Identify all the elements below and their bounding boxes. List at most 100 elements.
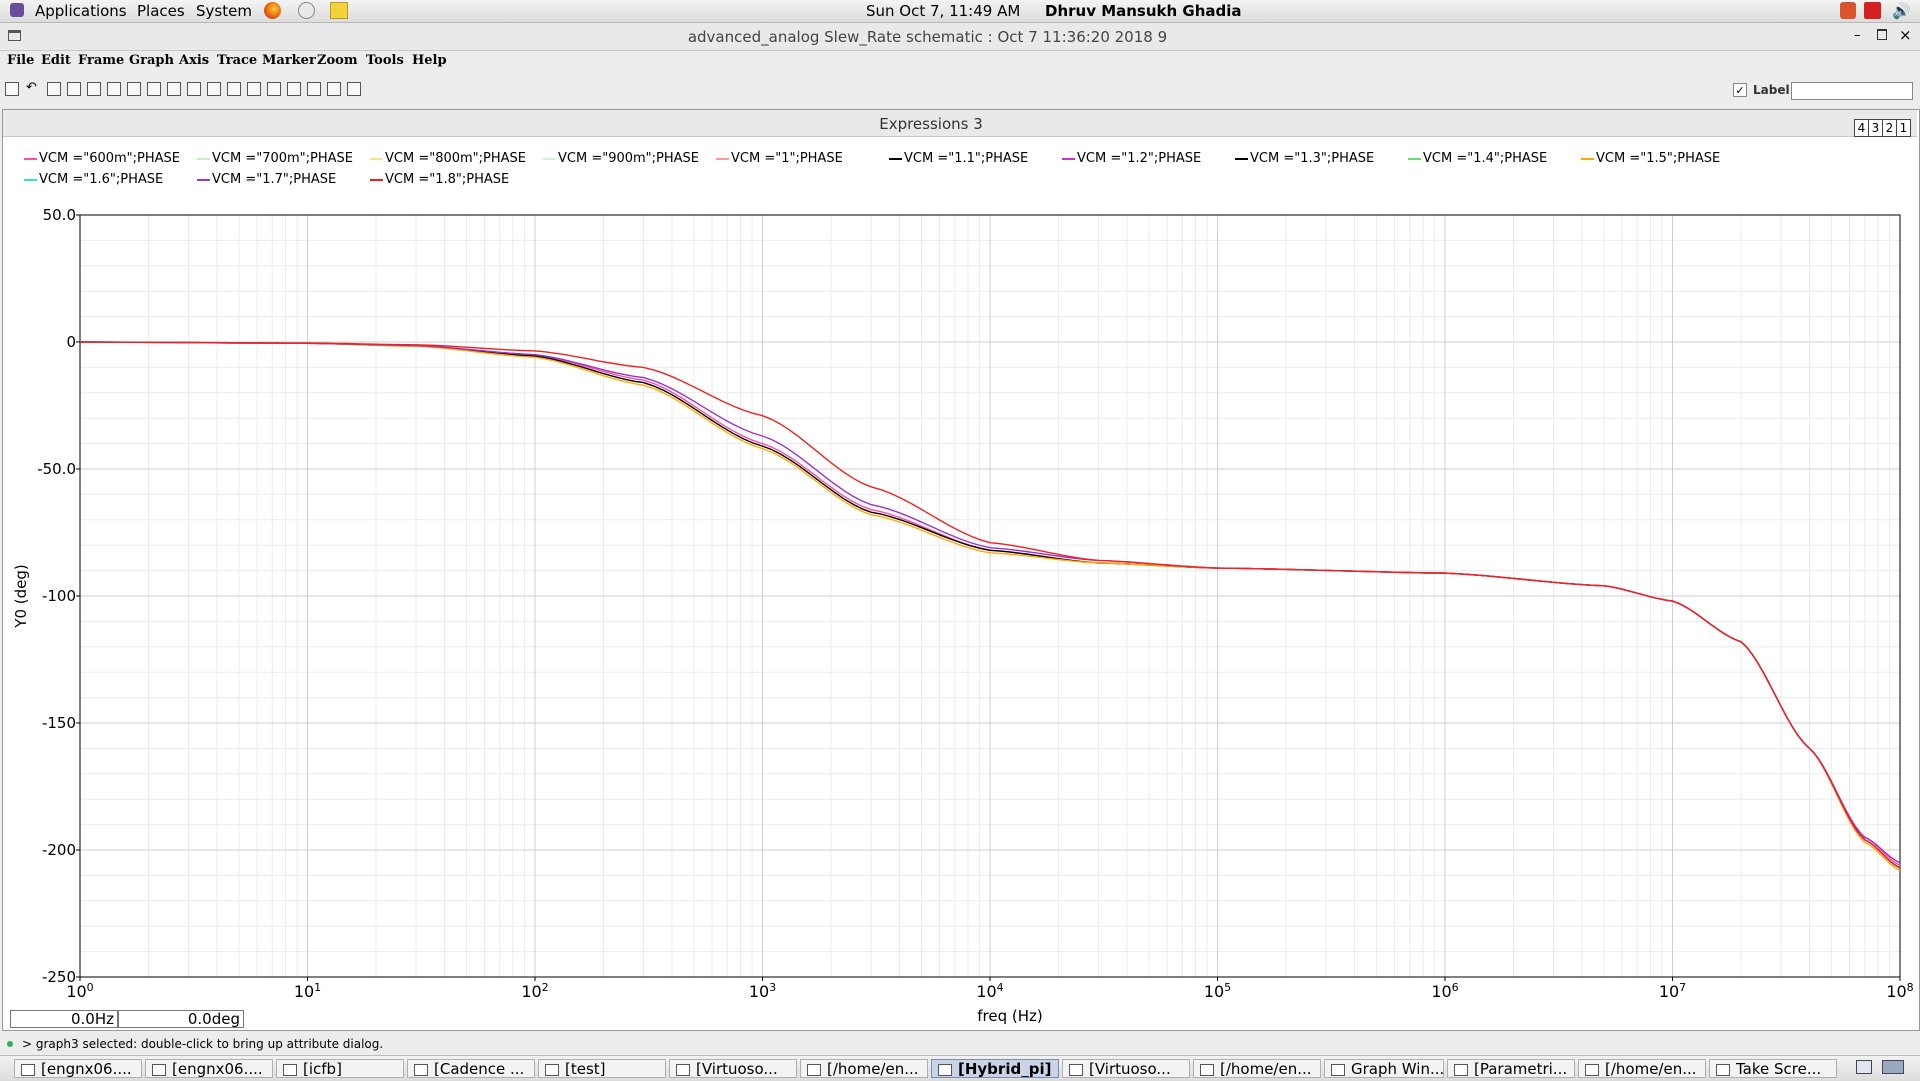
taskbar-item-label: [Virtuoso... — [1089, 1060, 1171, 1078]
user-name[interactable]: Dhruv Mansukh Ghadia — [1045, 2, 1242, 20]
taskbar-item[interactable]: [icfb] — [276, 1059, 404, 1078]
status-message: > graph3 selected: double-click to bring… — [22, 1037, 384, 1051]
legend-item[interactable]: VCM ="600m";PHASE — [24, 151, 180, 166]
menu-file[interactable]: File — [7, 53, 34, 68]
legend-item[interactable]: VCM ="1.2";PHASE — [1062, 151, 1201, 166]
firefox-icon[interactable] — [264, 2, 281, 19]
window-title: advanced_analog Slew_Rate schematic : Oc… — [687, 28, 1168, 46]
add-graph-icon[interactable] — [107, 82, 121, 96]
phase-plot[interactable]: 50.00-50.0-100-150-200-250 100 101 102 103 1… — [0, 200, 1920, 1030]
move-trace-icon[interactable] — [167, 82, 181, 96]
taskbar-item[interactable]: [Parametri... — [1447, 1059, 1575, 1078]
subwindow-1[interactable]: 1 — [1896, 119, 1911, 137]
taskbar-item[interactable]: [/home/en... — [1578, 1059, 1706, 1078]
legend-item[interactable]: VCM ="1.7";PHASE — [197, 172, 336, 187]
close-icon[interactable]: × — [1899, 26, 1912, 44]
taskbar-item[interactable]: Take Scre... — [1709, 1059, 1837, 1078]
marker-icon[interactable] — [227, 82, 241, 96]
subwindow-2[interactable]: 2 — [1882, 119, 1897, 137]
legend-item[interactable]: VCM ="1";PHASE — [716, 151, 843, 166]
alert-icon[interactable] — [1840, 2, 1856, 19]
maximize-icon[interactable] — [1877, 29, 1887, 40]
legend-item[interactable]: VCM ="900m";PHASE — [543, 151, 699, 166]
x-tick-label: 100 — [66, 981, 93, 1001]
y-tick-label: -50.0 — [37, 460, 76, 478]
legend-swatch — [24, 178, 37, 181]
split-icon[interactable] — [147, 82, 161, 96]
status-bar: > graph3 selected: double-click to bring… — [0, 1034, 1920, 1054]
taskbar-item-active[interactable]: [Hybrid_pi] — [931, 1059, 1059, 1078]
subwindow-3[interactable]: 3 — [1868, 119, 1883, 137]
frame-icon[interactable] — [87, 82, 101, 96]
legend-item[interactable]: VCM ="800m";PHASE — [370, 151, 526, 166]
menu-tools[interactable]: Tools — [366, 53, 404, 68]
label-checkbox[interactable]: ✓ — [1733, 83, 1747, 97]
legend-item[interactable]: VCM ="1.5";PHASE — [1581, 151, 1720, 166]
taskbar-item-label: [engnx06.... — [172, 1060, 263, 1078]
legend-item[interactable]: VCM ="1.8";PHASE — [370, 172, 509, 187]
legend-item[interactable]: VCM ="1.1";PHASE — [889, 151, 1028, 166]
taskbar-item[interactable]: [/home/en... — [800, 1059, 928, 1078]
subwindow-4[interactable]: 4 — [1854, 119, 1869, 137]
taskbar-item[interactable]: [test] — [538, 1059, 666, 1078]
pan-icon[interactable] — [327, 82, 341, 96]
camera-icon — [1716, 1064, 1730, 1076]
network-icon[interactable] — [298, 2, 315, 19]
menu-help[interactable]: Help — [412, 53, 447, 68]
zoom-fit-icon[interactable] — [347, 82, 361, 96]
print-icon[interactable] — [5, 82, 19, 96]
legend-label: VCM ="800m";PHASE — [385, 151, 527, 166]
taskbar-item[interactable]: [engnx06.... — [14, 1059, 142, 1078]
applications-menu[interactable]: Applications — [35, 2, 127, 20]
fit-icon[interactable] — [287, 82, 301, 96]
legend-item[interactable]: VCM ="700m";PHASE — [197, 151, 353, 166]
menu-axis[interactable]: Axis — [179, 53, 209, 68]
strip-icon[interactable] — [67, 82, 81, 96]
x-tick-label: 102 — [521, 981, 548, 1001]
window-icon — [414, 1064, 428, 1076]
delta-marker-icon[interactable] — [247, 82, 261, 96]
legend-item[interactable]: VCM ="1.3";PHASE — [1235, 151, 1374, 166]
menu-zoom[interactable]: Zoom — [317, 53, 358, 68]
menu-edit[interactable]: Edit — [41, 53, 71, 68]
taskbar-item-label: [test] — [565, 1060, 606, 1078]
overlay-icon[interactable] — [127, 82, 141, 96]
trace-marker-icon[interactable] — [187, 82, 201, 96]
taskbar-item-label: [Cadence ... — [434, 1060, 525, 1078]
places-menu[interactable]: Places — [137, 2, 185, 20]
menu-trace[interactable]: Trace — [217, 53, 257, 68]
taskbar-item[interactable]: [Virtuoso... — [669, 1059, 797, 1078]
y-tick-labels: 50.00-50.0-100-150-200-250 — [37, 206, 80, 986]
legend-item[interactable]: VCM ="1.6";PHASE — [24, 172, 163, 187]
legend-swatch — [370, 178, 383, 181]
taskbar-item[interactable]: [Virtuoso... — [1062, 1059, 1190, 1078]
workspace-switcher-icon[interactable] — [1882, 1060, 1904, 1074]
grid-icon[interactable] — [47, 82, 61, 96]
menu-graph[interactable]: Graph — [129, 53, 174, 68]
minimize-icon[interactable]: – — [1854, 28, 1861, 43]
taskbar-item[interactable]: [/home/en... — [1193, 1059, 1321, 1078]
clock[interactable]: Sun Oct 7, 11:49 AM — [866, 2, 1020, 20]
volume-icon[interactable]: 🔊 — [1892, 2, 1911, 20]
menu-marker[interactable]: Marker — [262, 53, 316, 68]
taskbar-item[interactable]: Graph Win... — [1324, 1059, 1444, 1078]
zoom-x-icon[interactable] — [307, 82, 321, 96]
legend-swatch — [1581, 157, 1594, 160]
taskbar-item[interactable]: [Cadence ... — [407, 1059, 535, 1078]
y-readout-field[interactable]: 0.0deg — [118, 1010, 244, 1028]
vertical-marker-icon[interactable] — [267, 82, 281, 96]
legend-item[interactable]: VCM ="1.4";PHASE — [1408, 151, 1547, 166]
bars-icon[interactable] — [207, 82, 221, 96]
legend-label: VCM ="600m";PHASE — [39, 151, 181, 166]
legend-label: VCM ="700m";PHASE — [212, 151, 354, 166]
x-readout-field[interactable]: 0.0Hz — [10, 1010, 118, 1028]
messenger-icon[interactable] — [1864, 2, 1881, 19]
menu-frame[interactable]: Frame — [78, 53, 124, 68]
label-input[interactable] — [1791, 82, 1913, 100]
undo-icon[interactable]: ↶ — [26, 80, 40, 95]
taskbar: [engnx06.... [engnx06.... [icfb] [Cadenc… — [0, 1055, 1920, 1081]
system-menu[interactable]: System — [196, 2, 252, 20]
notes-icon[interactable] — [330, 2, 348, 19]
taskbar-item[interactable]: [engnx06.... — [145, 1059, 273, 1078]
show-desktop-icon[interactable] — [1856, 1060, 1872, 1074]
